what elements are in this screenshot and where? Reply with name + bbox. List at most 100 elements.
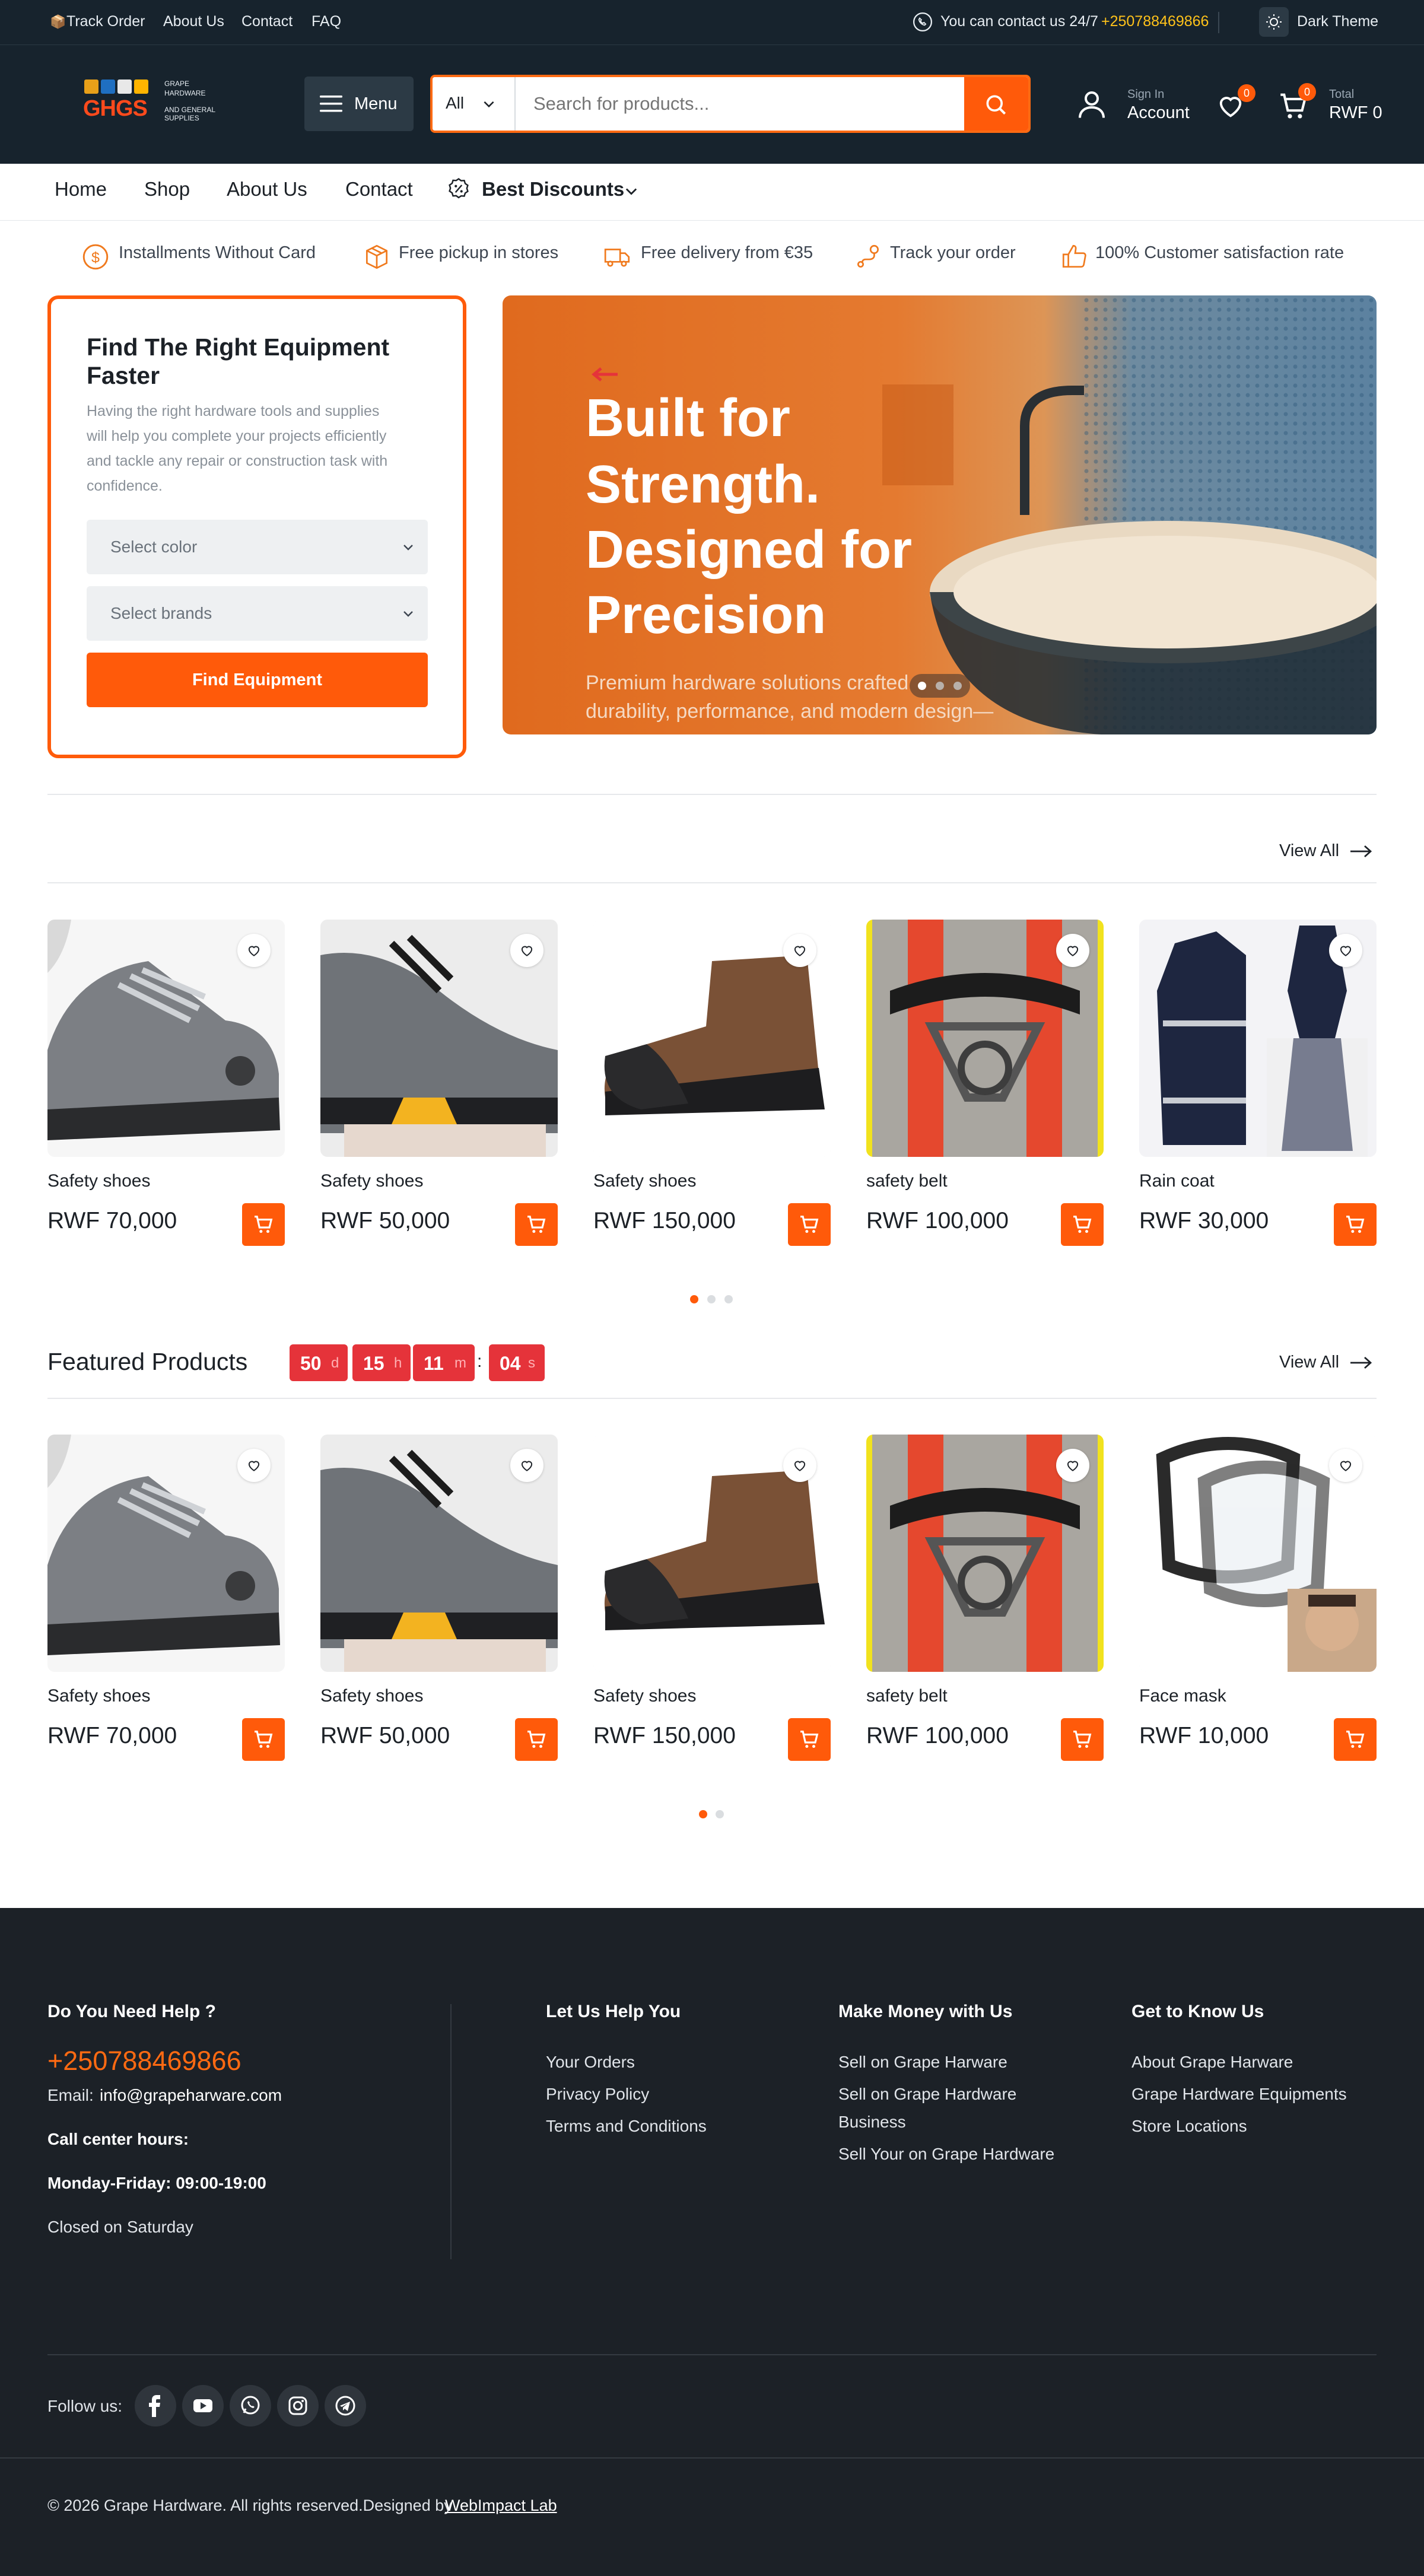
designer-link[interactable]: WebImpact Lab — [445, 2497, 557, 2515]
footer-link-your-orders[interactable]: Your Orders — [546, 2053, 635, 2072]
product-name[interactable]: safety belt — [866, 1686, 948, 1706]
pagination-dot-active[interactable] — [690, 1295, 698, 1303]
hero-subtitle-line-2: durability, performance, and modern desi… — [586, 700, 994, 723]
cart-button[interactable]: 0 Total RWF 0 — [1276, 83, 1382, 128]
finder-desc-line-4: confidence. — [87, 478, 163, 494]
product-name[interactable]: Safety shoes — [47, 1171, 150, 1191]
add-to-cart-button[interactable] — [515, 1203, 558, 1246]
top-link-about[interactable]: About Us — [163, 13, 224, 30]
finder-title-line-2: Faster — [87, 362, 160, 389]
finder-title-line-1: Find The Right Equipment — [87, 333, 390, 361]
wishlist-toggle[interactable] — [783, 1449, 816, 1482]
search-bar: All — [430, 75, 1031, 133]
wishlist-toggle[interactable] — [1329, 1449, 1362, 1482]
wishlist-toggle[interactable] — [237, 934, 271, 967]
add-to-cart-button[interactable] — [515, 1718, 558, 1761]
instagram-link[interactable] — [277, 2385, 319, 2426]
product-price: RWF 100,000 — [866, 1723, 1009, 1748]
product-name[interactable]: safety belt — [866, 1171, 948, 1191]
footer-link-equipments[interactable]: Grape Hardware Equipments — [1131, 2085, 1347, 2104]
top-link-contact[interactable]: Contact — [241, 13, 293, 30]
add-to-cart-button[interactable] — [1334, 1718, 1377, 1761]
product-name[interactable]: Safety shoes — [593, 1686, 696, 1706]
hero-banner[interactable]: Built for Strength. Designed for Precisi… — [503, 295, 1377, 734]
carousel-dot[interactable] — [953, 682, 962, 690]
footer-link-privacy[interactable]: Privacy Policy — [546, 2085, 649, 2104]
add-to-cart-button[interactable] — [788, 1203, 831, 1246]
view-all-link[interactable]: View All — [1279, 841, 1377, 865]
footer-email[interactable]: info@grapeharware.com — [100, 2086, 282, 2105]
product-name[interactable]: Safety shoes — [320, 1686, 423, 1706]
top-phone-number[interactable]: +250788469866 — [1101, 13, 1209, 30]
product-price: RWF 10,000 — [1139, 1723, 1269, 1748]
footer-link-about[interactable]: About Grape Harware — [1131, 2053, 1293, 2072]
wishlist-toggle[interactable] — [1056, 934, 1089, 967]
nav-shop[interactable]: Shop — [144, 178, 190, 201]
timer-minutes-unit: m — [454, 1355, 466, 1371]
youtube-link[interactable] — [182, 2385, 224, 2426]
product-name[interactable]: Safety shoes — [320, 1171, 423, 1191]
carousel-dot[interactable] — [936, 682, 944, 690]
wishlist-toggle[interactable] — [1056, 1449, 1089, 1482]
nav-home[interactable]: Home — [55, 178, 107, 201]
footer-link-stores[interactable]: Store Locations — [1131, 2117, 1247, 2136]
user-icon — [1079, 91, 1105, 118]
product-name[interactable]: Rain coat — [1139, 1171, 1215, 1191]
add-to-cart-button[interactable] — [1061, 1718, 1104, 1761]
footer-link-sell[interactable]: Sell on Grape Harware — [838, 2053, 1007, 2072]
pagination-dot[interactable] — [716, 1810, 724, 1818]
featured-view-all-link[interactable]: View All — [1279, 1353, 1377, 1376]
top-link-faq[interactable]: FAQ — [312, 13, 341, 30]
search-button[interactable] — [964, 77, 1028, 131]
footer-link-sell-business-cont[interactable]: Business — [838, 2113, 906, 2132]
select-color-dropdown[interactable]: Select color — [87, 520, 428, 574]
wishlist-button[interactable]: 0 — [1214, 84, 1255, 123]
add-to-cart-button[interactable] — [1061, 1203, 1104, 1246]
search-category-select[interactable]: All — [433, 77, 516, 131]
wishlist-toggle[interactable] — [237, 1449, 271, 1482]
product-name[interactable]: Safety shoes — [47, 1686, 150, 1706]
add-to-cart-button[interactable] — [788, 1718, 831, 1761]
theme-label[interactable]: Dark Theme — [1297, 13, 1378, 30]
footer-phone[interactable]: +250788469866 — [47, 2046, 241, 2076]
theme-toggle[interactable] — [1259, 7, 1289, 37]
wishlist-toggle[interactable] — [510, 1449, 543, 1482]
wishlist-toggle[interactable] — [1329, 934, 1362, 967]
logo[interactable]: GHGS GRAPE HARDWARE AND GENERAL SUPPLIES — [83, 75, 225, 134]
arrow-left-icon[interactable] — [590, 365, 620, 383]
finder-desc-line-2: will help you complete your projects eff… — [87, 428, 387, 444]
product-price: RWF 30,000 — [1139, 1208, 1269, 1233]
wishlist-toggle[interactable] — [783, 934, 816, 967]
menu-button[interactable]: Menu — [304, 77, 414, 131]
cart-icon — [1073, 1216, 1092, 1233]
pagination-dot[interactable] — [724, 1295, 733, 1303]
select-brands-dropdown[interactable]: Select brands — [87, 586, 428, 641]
search-input[interactable] — [516, 77, 964, 131]
product-name[interactable]: Face mask — [1139, 1686, 1226, 1706]
nav-about[interactable]: About Us — [227, 178, 307, 201]
footer-link-terms[interactable]: Terms and Conditions — [546, 2117, 707, 2136]
add-to-cart-button[interactable] — [242, 1718, 285, 1761]
footer-link-sell-business[interactable]: Sell on Grape Hardware — [838, 2085, 1016, 2104]
add-to-cart-button[interactable] — [242, 1203, 285, 1246]
add-to-cart-button[interactable] — [1334, 1203, 1377, 1246]
whatsapp-link[interactable] — [230, 2385, 271, 2426]
feature-satisfaction: 100% Customer satisfaction rate — [1095, 243, 1344, 262]
heart-icon — [794, 1461, 806, 1471]
discount-badge-icon — [449, 177, 469, 199]
carousel-dot-active[interactable] — [918, 682, 926, 690]
nav-best-discounts[interactable]: Best Discounts — [446, 174, 648, 204]
find-equipment-button[interactable]: Find Equipment — [87, 653, 428, 707]
top-link-track-order[interactable]: Track Order — [66, 13, 145, 30]
nav-contact[interactable]: Contact — [345, 178, 413, 201]
logo-line-1: GRAPE — [164, 79, 190, 88]
account-link[interactable]: Sign In Account — [1074, 87, 1204, 128]
product-name[interactable]: Safety shoes — [593, 1171, 696, 1191]
feature-delivery: Free delivery from €35 — [641, 243, 813, 262]
pagination-dot-active[interactable] — [699, 1810, 707, 1818]
pagination-dot[interactable] — [707, 1295, 716, 1303]
footer-link-sell-your[interactable]: Sell Your on Grape Hardware — [838, 2145, 1054, 2164]
telegram-link[interactable] — [325, 2385, 366, 2426]
wishlist-toggle[interactable] — [510, 934, 543, 967]
facebook-link[interactable] — [135, 2385, 176, 2426]
